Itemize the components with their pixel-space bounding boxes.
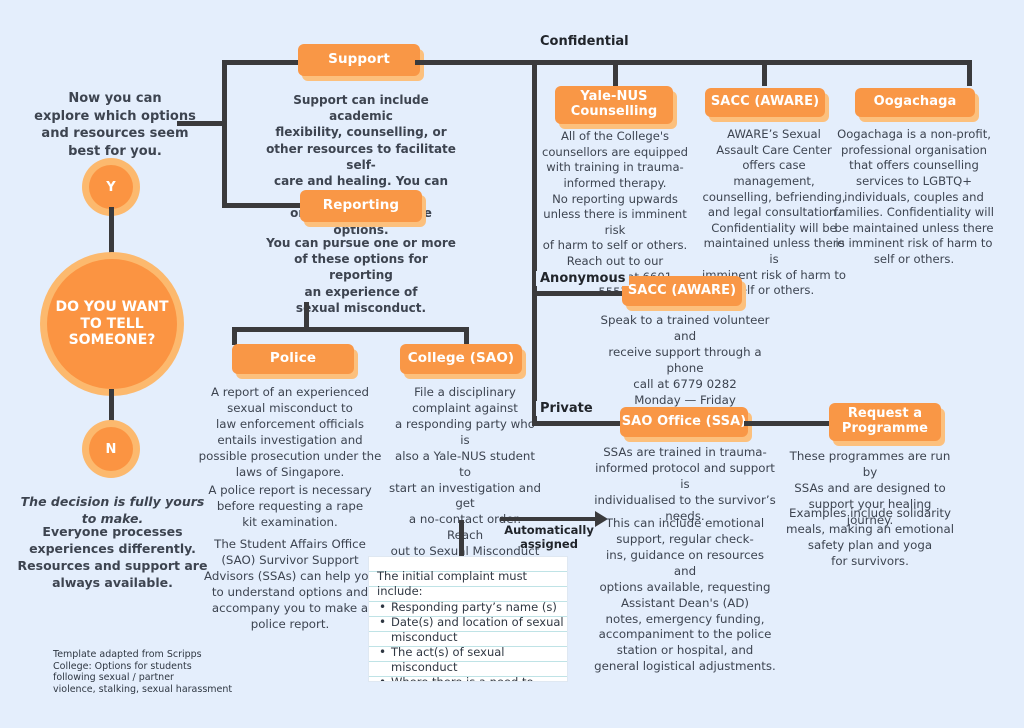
card-body-oogachaga: Oogachaga is a non-profit, professional …: [834, 127, 994, 267]
support-title-box[interactable]: Support: [298, 44, 420, 76]
complaint-note-list: Responding party’s name (s) Date(s) and …: [377, 600, 565, 681]
card-title-sao-office-ssa[interactable]: SAO Office (SSA): [620, 407, 748, 437]
list-item: Date(s) and location of sexual misconduc…: [377, 615, 565, 645]
list-item: Where there is a need to change accommod…: [377, 675, 565, 681]
flowchart-canvas: Now you can explore which options and re…: [0, 0, 1024, 728]
connector-question-to-branches: [177, 121, 227, 126]
connector-yes-to-question: [109, 207, 114, 259]
card-title-yale-nus-counselling[interactable]: Yale-NUS Counselling: [555, 86, 673, 124]
list-item: Responding party’s name (s): [377, 600, 565, 615]
confidential-drop-3: [967, 60, 972, 86]
connector-question-to-no: [109, 389, 114, 427]
card-body-sao-office-ssa: SSAs are trained in trauma- informed pro…: [594, 445, 776, 523]
auto-assigned-label: Automatically assigned: [504, 523, 594, 551]
card-body-request-a-programme-extra: Examples include solidarity meals, makin…: [786, 506, 954, 568]
auto-assigned-arrow-line: [500, 517, 597, 521]
support-trunk-vertical: [532, 60, 537, 423]
no-outcome-rest: Everyone processes experiences different…: [17, 524, 208, 590]
reporting-title-box[interactable]: Reporting: [300, 190, 422, 222]
yes-node[interactable]: Y: [89, 165, 133, 209]
police-para-1: A report of an experienced sexual miscon…: [198, 385, 382, 479]
list-item: The act(s) of sexual misconduct: [377, 645, 565, 675]
police-para-3: The Student Affairs Office (SAO) Survivo…: [204, 537, 376, 631]
police-title-box[interactable]: Police: [232, 344, 354, 374]
connector-college-to-note: [459, 520, 464, 560]
card-body-sao-office-ssa-extra: This can include emotional support, regu…: [594, 516, 776, 674]
confidential-bus: [532, 60, 972, 65]
college-title-box[interactable]: College (SAO): [400, 344, 522, 374]
section-label-confidential: Confidential: [536, 34, 633, 49]
connector-ssa-to-programme: [744, 421, 830, 426]
police-para-2: A police report is necessary before requ…: [208, 483, 372, 529]
section-label-anonymous: Anonymous: [536, 271, 630, 286]
connector-reporting-split: [232, 327, 469, 332]
confidential-drop-1: [613, 60, 618, 86]
no-outcome-italic: The decision is fully yours to make.: [20, 494, 205, 526]
section-label-private: Private: [536, 401, 597, 416]
credit-text: Template adapted from Scripps College: O…: [53, 649, 233, 695]
card-title-sacc-aware-anonymous[interactable]: SACC (AWARE): [622, 276, 742, 306]
card-title-sacc-aware-confidential[interactable]: SACC (AWARE): [705, 88, 825, 117]
no-node[interactable]: N: [89, 427, 133, 471]
card-title-oogachaga[interactable]: Oogachaga: [855, 88, 975, 117]
connector-reporting-down: [304, 302, 309, 330]
main-question-node[interactable]: DO YOU WANT TO TELL SOMEONE?: [47, 259, 177, 389]
confidential-drop-2: [762, 60, 767, 86]
card-title-request-a-programme[interactable]: Request a Programme: [829, 403, 941, 441]
complaint-note-heading: The initial complaint must include:: [377, 569, 528, 598]
reporting-body: You can pursue one or more of these opti…: [266, 236, 456, 315]
card-body-sacc-aware-confidential: AWARE’s Sexual Assault Care Center offer…: [701, 127, 846, 298]
connector-branch-riser: [222, 60, 227, 208]
complaint-note: The initial complaint must include: Resp…: [368, 556, 568, 682]
connector-to-college: [464, 327, 469, 345]
connector-support-to-trunk: [415, 60, 537, 65]
connector-to-police: [232, 327, 237, 345]
